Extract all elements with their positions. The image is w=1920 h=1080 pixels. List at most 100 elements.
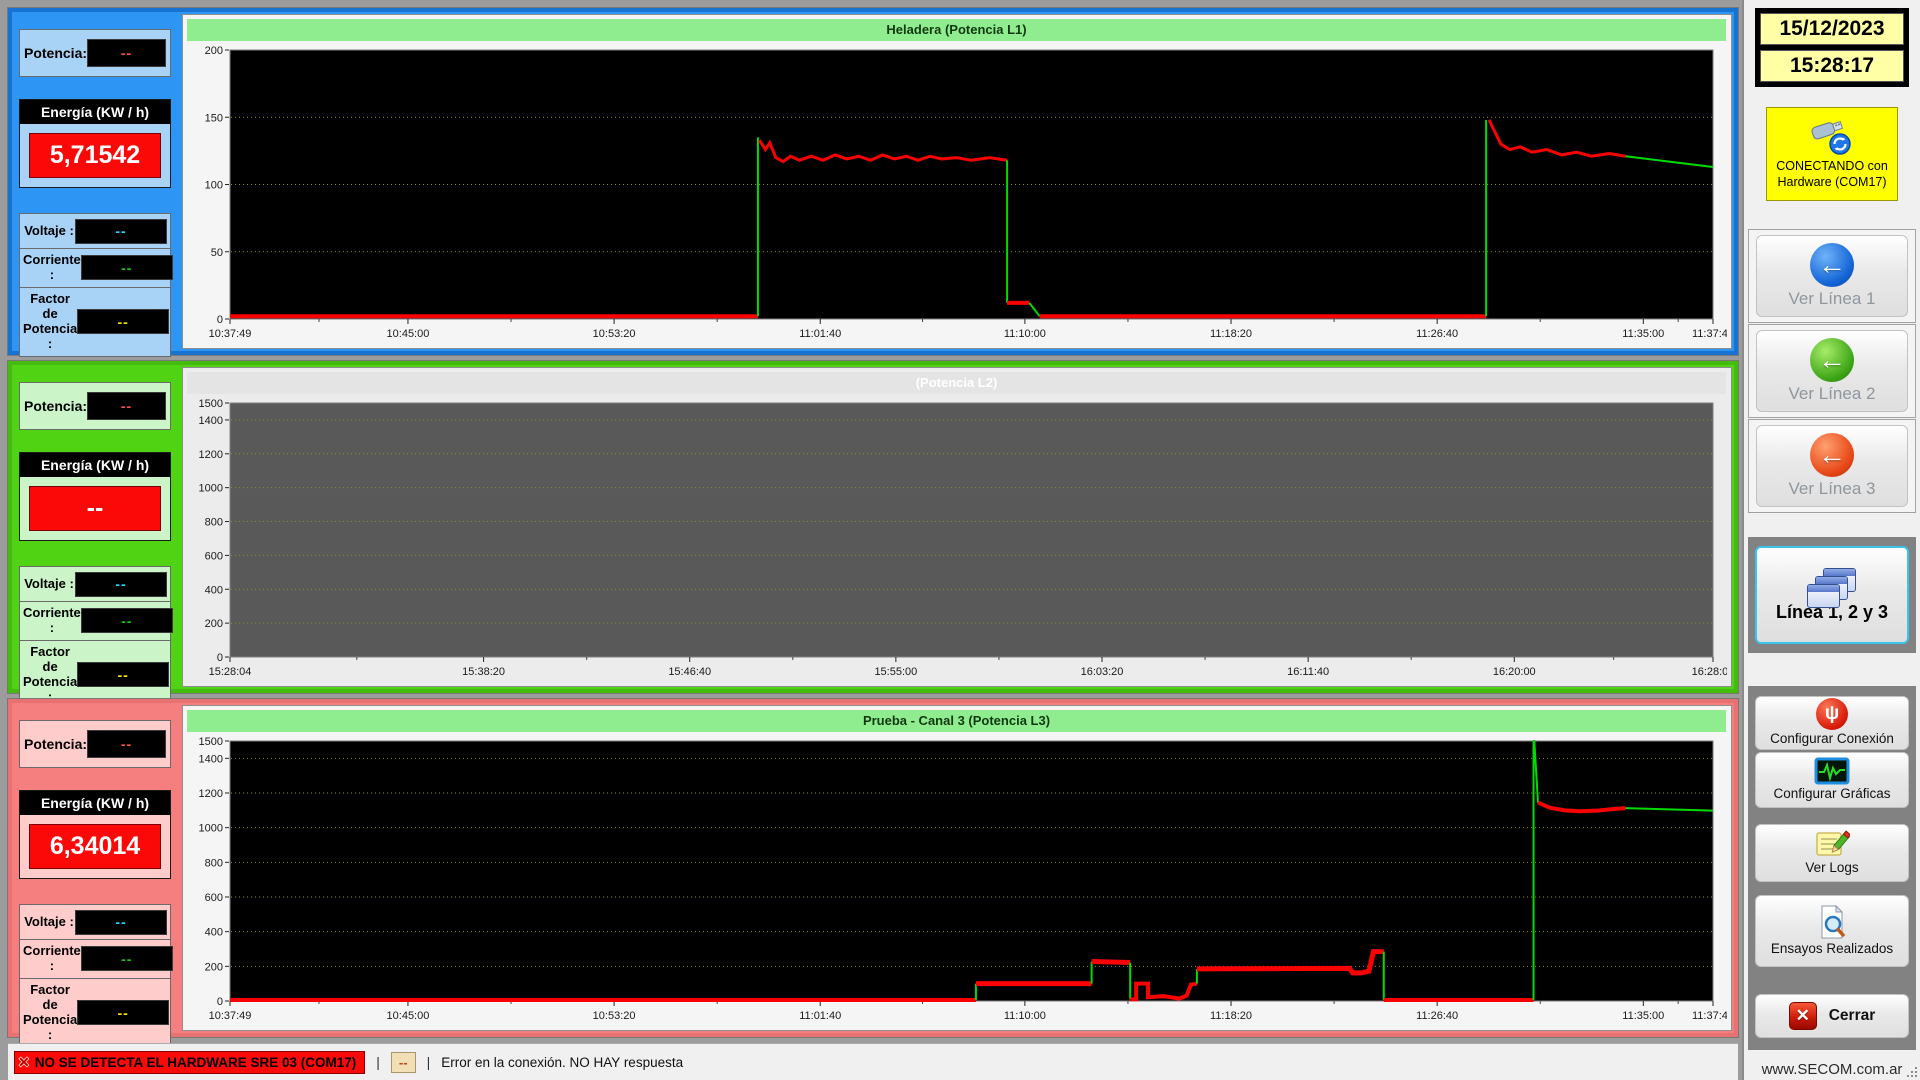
cerrar-button[interactable]: ✕ Cerrar — [1755, 994, 1909, 1038]
ensayos-realizados-button[interactable]: Ensayos Realizados — [1755, 895, 1909, 967]
voltaje-field: Voltaje : -- — [19, 566, 171, 602]
ver-logs-button[interactable]: Ver Logs — [1755, 824, 1909, 882]
error-x-icon: ✕ — [18, 1054, 30, 1071]
line3-panel: Potencia: -- Energía (KW / h) 6,34014 Vo… — [8, 699, 1738, 1037]
document-search-icon — [1816, 904, 1848, 940]
svg-text:0: 0 — [217, 652, 223, 664]
line1-chart: Heladera (Potencia L1) 05010015020010:37… — [182, 14, 1732, 349]
corriente-display: -- — [81, 608, 173, 633]
metrics-group: Voltaje : -- Corriente : -- Factor de Po… — [19, 214, 171, 357]
line3-readings: Potencia: -- Energía (KW / h) 6,34014 Vo… — [14, 705, 176, 1031]
factor-field: Factor de Potencia : -- — [19, 978, 171, 1048]
voltaje-display: -- — [75, 572, 167, 597]
chart-title: Prueba - Canal 3 (Potencia L3) — [187, 710, 1726, 732]
svg-text:1400: 1400 — [199, 753, 223, 765]
svg-text:11:35:00: 11:35:00 — [1622, 328, 1664, 340]
date-display: 15/12/2023 — [1760, 13, 1904, 45]
svg-text:11:10:00: 11:10:00 — [1004, 328, 1046, 340]
factor-display: -- — [77, 309, 169, 334]
potencia-label: Potencia: — [24, 398, 87, 414]
voltaje-field: Voltaje : -- — [19, 213, 171, 249]
chart-plot-l1[interactable]: 05010015020010:37:4910:45:0010:53:2011:0… — [186, 43, 1727, 347]
corriente-field: Corriente : -- — [19, 939, 171, 979]
potencia-display: -- — [87, 392, 166, 420]
svg-text:15:28:04: 15:28:04 — [209, 666, 252, 678]
connecting-label: CONECTANDO con Hardware (COM17) — [1767, 159, 1897, 190]
config-panel: ψ Configurar Conexión Configurar Gráfica… — [1748, 686, 1916, 1050]
corriente-field: Corriente : -- — [19, 248, 171, 288]
svg-text:10:37:49: 10:37:49 — [209, 328, 252, 340]
chart-plot-l2[interactable]: 0200400600800100012001400150015:28:0415:… — [186, 396, 1727, 685]
line1-readings: Potencia: -- Energía (KW / h) 5,71542 Vo… — [14, 14, 176, 349]
svg-text:15:38:20: 15:38:20 — [462, 666, 505, 678]
svg-text:1500: 1500 — [199, 398, 223, 410]
configurar-graficas-button[interactable]: Configurar Gráficas — [1755, 752, 1909, 808]
chart-title: (Potencia L2) — [187, 372, 1726, 394]
factor-display: -- — [77, 1000, 169, 1025]
chart-svg: 0200400600800100012001400150010:37:4910:… — [186, 734, 1727, 1029]
svg-text:11:01:40: 11:01:40 — [799, 328, 841, 340]
line2-panel: Potencia: -- Energía (KW / h) -- Voltaje… — [8, 361, 1738, 693]
control-sidebar: 15/12/2023 15:28:17 CONECTANDO con Hardw… — [1742, 0, 1920, 1080]
ver-linea-3-button[interactable]: ← Ver Línea 3 — [1756, 425, 1908, 507]
svg-text:15:46:40: 15:46:40 — [668, 666, 711, 678]
svg-text:11:35:00: 11:35:00 — [1622, 1010, 1664, 1022]
svg-text:1500: 1500 — [199, 736, 223, 748]
resize-grip[interactable] — [1905, 1065, 1917, 1077]
svg-text:1200: 1200 — [199, 788, 223, 800]
usb-connection-icon: ψ — [1816, 698, 1848, 730]
close-x-icon: ✕ — [1789, 1002, 1817, 1030]
potencia-label: Potencia: — [24, 45, 87, 61]
svg-text:1000: 1000 — [199, 483, 223, 495]
corriente-field: Corriente : -- — [19, 601, 171, 641]
svg-text:10:53:20: 10:53:20 — [593, 328, 636, 340]
chart-title: Heladera (Potencia L1) — [187, 19, 1726, 41]
svg-text:600: 600 — [205, 550, 223, 562]
svg-text:800: 800 — [205, 517, 223, 529]
voltaje-label: Voltaje : — [23, 224, 75, 239]
svg-text:11:18:20: 11:18:20 — [1210, 328, 1252, 340]
corriente-label: Corriente : — [23, 253, 81, 283]
stacked-windows-icon — [1807, 568, 1857, 610]
svg-text:50: 50 — [211, 247, 223, 259]
chart-plot-l3[interactable]: 0200400600800100012001400150010:37:4910:… — [186, 734, 1727, 1029]
ver-linea-2-button[interactable]: ← Ver Línea 2 — [1756, 330, 1908, 412]
voltaje-label: Voltaje : — [23, 577, 75, 592]
blue-arrow-icon: ← — [1810, 243, 1854, 287]
svg-text:16:03:20: 16:03:20 — [1081, 666, 1124, 678]
separator: | — [376, 1054, 380, 1070]
website-link[interactable]: www.SECOM.com.ar — [1762, 1061, 1903, 1078]
factor-display: -- — [77, 662, 169, 687]
svg-text:11:37:49: 11:37:49 — [1692, 328, 1727, 340]
separator: | — [427, 1054, 431, 1070]
potencia-field: Potencia: -- — [19, 720, 171, 768]
svg-text:11:18:20: 11:18:20 — [1210, 1010, 1252, 1022]
energia-value: 5,71542 — [29, 133, 161, 178]
svg-text:600: 600 — [205, 892, 223, 904]
svg-text:200: 200 — [205, 961, 223, 973]
line2-chart: (Potencia L2) 02004006008001000120014001… — [182, 367, 1732, 687]
time-display: 15:28:17 — [1760, 50, 1904, 82]
factor-label: Factor de Potencia : — [23, 983, 77, 1043]
configurar-conexion-button[interactable]: ψ Configurar Conexión — [1755, 696, 1909, 750]
line2-readings: Potencia: -- Energía (KW / h) -- Voltaje… — [14, 367, 176, 687]
svg-text:200: 200 — [205, 45, 223, 57]
datetime-box: 15/12/2023 15:28:17 — [1755, 8, 1909, 87]
corriente-display: -- — [81, 946, 173, 971]
energia-value: -- — [29, 486, 161, 531]
connection-error-message: Error en la conexión. NO HAY respuesta — [441, 1055, 683, 1070]
svg-text:10:45:00: 10:45:00 — [387, 328, 430, 340]
connecting-hardware-button[interactable]: CONECTANDO con Hardware (COM17) — [1766, 107, 1898, 201]
linea-1-2-3-button[interactable]: Línea 1, 2 y 3 — [1755, 546, 1909, 644]
corriente-display: -- — [81, 255, 173, 280]
factor-field: Factor de Potencia : -- — [19, 287, 171, 357]
potencia-field: Potencia: -- — [19, 29, 171, 77]
svg-text:400: 400 — [205, 584, 223, 596]
notes-pencil-icon — [1814, 829, 1850, 859]
ver-linea-1-button[interactable]: ← Ver Línea 1 — [1756, 235, 1908, 317]
view-line-group: ← Ver Línea 1 ← Ver Línea 2 ← Ver Línea … — [1748, 229, 1916, 513]
voltaje-label: Voltaje : — [23, 915, 75, 930]
status-bar: ✕ NO SE DETECTA EL HARDWARE SRE 03 (COM1… — [8, 1043, 1738, 1080]
svg-text:11:26:40: 11:26:40 — [1416, 1010, 1458, 1022]
svg-text:1000: 1000 — [199, 823, 223, 835]
